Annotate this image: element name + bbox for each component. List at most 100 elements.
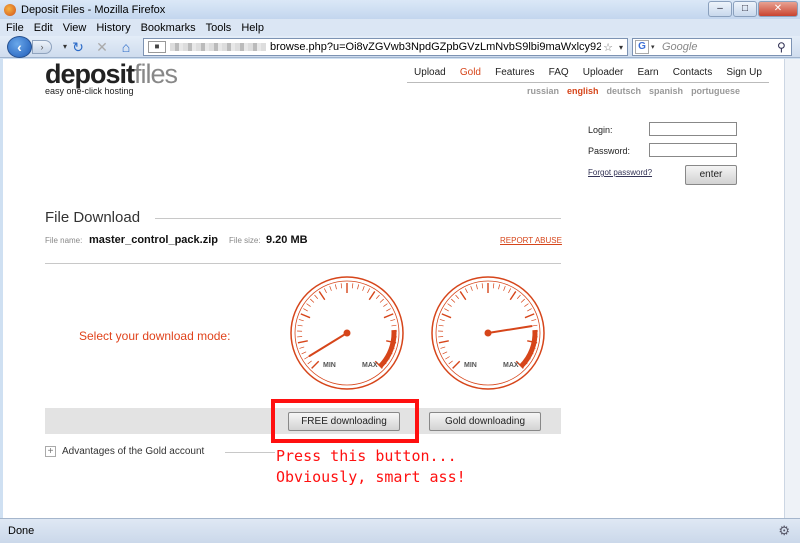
bookmark-star-icon[interactable]: ☆ (601, 41, 615, 54)
menu-history[interactable]: History (96, 22, 130, 34)
nav-sign-up[interactable]: Sign Up (726, 67, 762, 78)
gold-download-button[interactable]: Gold downloading (429, 412, 541, 431)
gauge-tick (306, 303, 311, 307)
gauge-min-label: MIN (323, 362, 336, 369)
gauge-tick (508, 288, 512, 294)
gauge-max-label: MAX (503, 362, 519, 369)
search-engine-dropdown-icon[interactable]: ▾ (651, 43, 659, 51)
gauge-tick (303, 308, 308, 312)
gauge-tick (470, 285, 473, 291)
lang-english[interactable]: english (567, 86, 599, 96)
gauge-red-zone (519, 329, 538, 369)
annotation-text: Press this button... Obviously, smart as… (276, 447, 466, 486)
lang-russian[interactable]: russian (527, 86, 559, 96)
gauge-tick (524, 313, 535, 319)
expand-plus-icon[interactable]: + (45, 446, 56, 457)
file-size-label: File size: (229, 236, 261, 245)
gauge-tick (386, 308, 391, 312)
nav-earn[interactable]: Earn (638, 67, 659, 78)
gauge-needle (487, 325, 533, 334)
gauge-tick (391, 324, 397, 327)
address-bar[interactable]: ◼ browse.php?u=Oi8vZGVwb3NpdGZpbGVzLmNvb… (143, 38, 628, 56)
gauge-tick (390, 319, 396, 322)
gauge-needle (308, 332, 348, 357)
gauge-tick (318, 291, 326, 301)
report-abuse-link[interactable]: REPORT ABUSE (500, 236, 562, 245)
login-label: Login: (588, 125, 613, 135)
gauge-tick (375, 294, 380, 300)
menu-bookmarks[interactable]: Bookmarks (141, 22, 196, 34)
nav-features[interactable]: Features (495, 67, 534, 78)
search-engine-icon[interactable]: G (635, 40, 649, 54)
gauge-tick (524, 303, 529, 307)
search-input[interactable]: Google (659, 41, 777, 53)
gauge-tick (297, 340, 308, 344)
gauge-tick (297, 324, 303, 327)
menu-tools[interactable]: Tools (206, 22, 232, 34)
gauge-tick (503, 285, 506, 291)
gauge-tick (445, 356, 450, 360)
status-bar: Done ⚙ (0, 518, 800, 543)
free-speed-gauge: MIN MAX (289, 275, 405, 391)
window-titlebar: Deposit Files - Mozilla Firefox – □ ✕ (0, 0, 800, 19)
enter-button[interactable]: enter (685, 165, 737, 185)
gauge-tick (444, 308, 449, 312)
home-icon[interactable]: ⌂ (118, 39, 134, 55)
firefox-icon (4, 3, 16, 16)
reload-icon[interactable]: ↻ (70, 39, 86, 55)
url-dropdown-icon[interactable]: ▾ (615, 43, 627, 52)
search-icon[interactable]: ⚲ (777, 40, 791, 54)
lang-portuguese[interactable]: portuguese (691, 86, 740, 96)
nav-faq[interactable]: FAQ (549, 67, 569, 78)
login-field[interactable] (649, 122, 737, 136)
gauge-tick (459, 291, 467, 301)
gauge-tick (527, 308, 532, 312)
annotation-highlight-box (271, 399, 419, 443)
gauge-tick (447, 303, 452, 307)
forward-button[interactable]: › (32, 40, 52, 54)
gauge-hub (484, 329, 492, 337)
url-text[interactable]: browse.php?u=Oi8vZGVwb3NpdGZpbGVzLmNvbS9… (270, 41, 601, 53)
gold-speed-gauge: MIN MAX (430, 275, 546, 391)
gauge-tick (448, 360, 453, 365)
gauge-tick (440, 346, 446, 349)
gauge-tick (329, 285, 332, 291)
maximize-button[interactable]: □ (733, 1, 757, 17)
section-divider (45, 263, 561, 264)
gauge-tick (310, 298, 315, 303)
stop-icon[interactable]: ✕ (94, 39, 110, 55)
nav-uploader[interactable]: Uploader (583, 67, 624, 78)
gauge-max-label: MAX (362, 362, 378, 369)
search-bar[interactable]: G ▾ Google ⚲ (632, 38, 792, 56)
page-viewport: depositfiles easy one-click hosting Uplo… (3, 59, 784, 518)
gauge-tick (379, 298, 384, 303)
minimize-button[interactable]: – (708, 1, 732, 17)
close-button[interactable]: ✕ (758, 1, 798, 17)
gauge-tick (340, 283, 343, 289)
menu-help[interactable]: Help (241, 22, 264, 34)
menu-edit[interactable]: Edit (34, 22, 53, 34)
advantages-divider (225, 452, 275, 453)
lang-spanish[interactable]: spanish (649, 86, 683, 96)
nav-gold[interactable]: Gold (460, 67, 481, 78)
password-field[interactable] (649, 143, 737, 157)
menu-bar: File Edit View History Bookmarks Tools H… (0, 19, 800, 36)
gauge-tick (301, 351, 307, 355)
menu-view[interactable]: View (63, 22, 87, 34)
gauge-tick (455, 294, 460, 300)
vertical-scrollbar[interactable] (784, 59, 800, 518)
site-identity-icon[interactable]: ◼ (148, 41, 166, 53)
page-title: File Download (45, 209, 141, 226)
forgot-password-link[interactable]: Forgot password? (588, 168, 652, 177)
back-button[interactable]: ‹ (7, 36, 32, 58)
nav-contacts[interactable]: Contacts (673, 67, 712, 78)
nav-upload[interactable]: Upload (414, 67, 446, 78)
file-name-value: master_control_pack.zip (89, 234, 218, 246)
gauge-tick (475, 284, 478, 290)
lang-deutsch[interactable]: deutsch (607, 86, 642, 96)
logo-deposit: deposit (45, 59, 135, 89)
gear-icon[interactable]: ⚙ (778, 523, 790, 539)
gold-advantages-link[interactable]: Advantages of the Gold account (62, 446, 204, 457)
menu-file[interactable]: File (6, 22, 24, 34)
window-controls: – □ ✕ (708, 1, 798, 17)
